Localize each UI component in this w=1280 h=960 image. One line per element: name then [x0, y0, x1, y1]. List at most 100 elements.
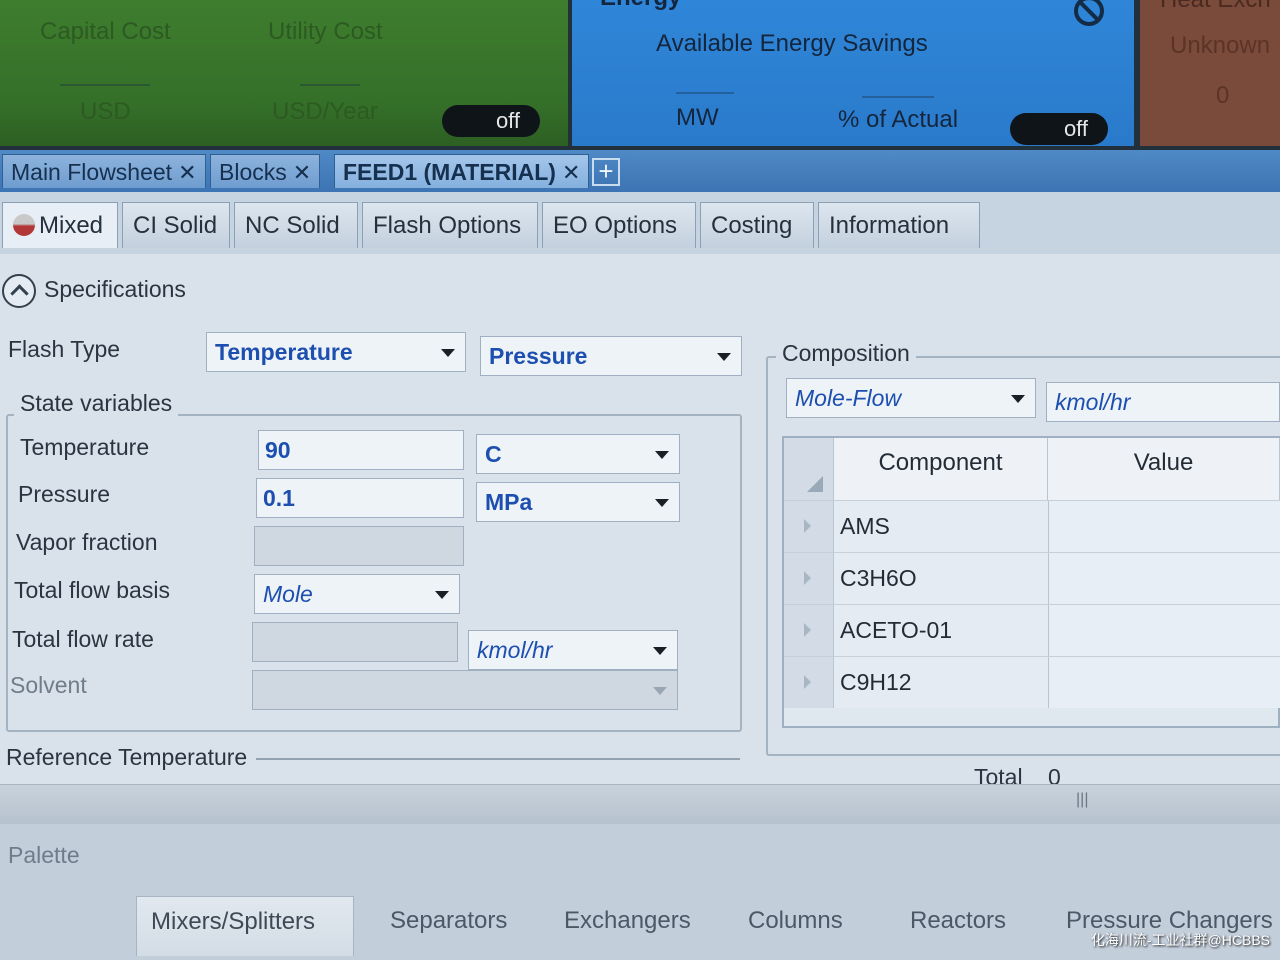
selected-value: MPa	[485, 489, 533, 515]
tab-label: Mixed	[39, 212, 104, 239]
composition-basis-select[interactable]: Mole-Flow	[786, 378, 1036, 418]
pressure-unit-select[interactable]: MPa	[476, 482, 680, 522]
energy-toggle[interactable]: off	[1010, 113, 1108, 145]
solvent-select	[252, 670, 678, 710]
temperature-label: Temperature	[20, 434, 150, 460]
component-cell: AMS	[834, 501, 1048, 552]
tab-exchangers[interactable]: Exchangers	[550, 896, 705, 956]
temperature-unit-select[interactable]: C	[476, 434, 680, 474]
tab-label: NC Solid	[245, 212, 340, 239]
column-header-value[interactable]: Value	[1048, 438, 1280, 500]
watermark: 化海川流-工业社群@HCBBS	[1090, 932, 1270, 948]
chevron-down-icon	[655, 499, 669, 507]
tab-ci-solid[interactable]: CI Solid	[122, 202, 230, 248]
energy-unit-percent: % of Actual	[838, 106, 959, 133]
tab-feed1-material[interactable]: FEED1 (MATERIAL) ✕	[334, 154, 590, 188]
energy-unit-mw: MW	[676, 104, 719, 131]
tab-main-flowsheet[interactable]: Main Flowsheet ✕	[2, 154, 206, 188]
tab-label: Main Flowsheet	[11, 159, 173, 185]
composition-grid: Component Value AMS C3H6O ACETO-01 C9H12	[782, 436, 1280, 728]
energy-title: Energy	[600, 0, 681, 12]
tab-nc-solid[interactable]: NC Solid	[234, 202, 358, 248]
tab-label: FEED1 (MATERIAL)	[343, 159, 556, 185]
mixed-status-icon	[13, 214, 35, 236]
pane-splitter[interactable]: |||	[0, 784, 1280, 824]
heat-exchanger-subtitle: Unknown	[1170, 32, 1271, 59]
cost-panel: Capital Cost Utility Cost USD USD/Year o…	[0, 0, 568, 146]
table-row[interactable]: C3H6O	[784, 552, 1280, 604]
tab-information[interactable]: Information	[818, 202, 980, 248]
total-flow-rate-label: Total flow rate	[12, 626, 154, 652]
heat-exchanger-title: Heat Exch	[1160, 0, 1271, 14]
selected-value: Mole-Flow	[795, 385, 902, 411]
component-cell: ACETO-01	[834, 605, 1048, 656]
close-icon[interactable]: ✕	[178, 160, 196, 185]
divider	[862, 96, 934, 98]
solvent-label: Solvent	[10, 672, 87, 698]
tab-reactors[interactable]: Reactors	[896, 896, 1020, 956]
energy-dashboard: Capital Cost Utility Cost USD USD/Year o…	[0, 0, 1280, 150]
tab-columns[interactable]: Columns	[734, 896, 857, 956]
chevron-down-icon	[1011, 395, 1025, 403]
flash-type-2-select[interactable]: Pressure	[480, 336, 742, 376]
reference-temperature-title: Reference Temperature	[6, 744, 248, 770]
tab-mixed[interactable]: Mixed	[2, 202, 118, 248]
vapor-fraction-input[interactable]	[254, 526, 464, 566]
chevron-down-icon	[653, 647, 667, 655]
close-icon[interactable]: ✕	[293, 160, 311, 185]
selected-value: Mole	[263, 581, 313, 607]
palette-title: Palette	[8, 842, 80, 868]
total-flow-basis-label: Total flow basis	[14, 577, 170, 603]
chevron-down-icon	[441, 349, 455, 357]
row-selector[interactable]	[784, 605, 834, 656]
cost-toggle[interactable]: off	[442, 105, 540, 137]
row-selector[interactable]	[784, 657, 834, 708]
component-cell: C3H6O	[834, 553, 1048, 604]
tab-label: Blocks	[219, 159, 287, 185]
total-flow-rate-unit-select[interactable]: kmol/hr	[468, 630, 678, 670]
table-row[interactable]: ACETO-01	[784, 604, 1280, 656]
pressure-input[interactable]: 0.1	[256, 478, 464, 518]
capital-cost-title: Capital Cost	[40, 18, 171, 45]
tab-label: CI Solid	[133, 212, 218, 239]
vapor-fraction-label: Vapor fraction	[16, 529, 158, 555]
tab-label: Costing	[711, 212, 793, 239]
close-icon[interactable]: ✕	[562, 160, 580, 185]
table-row[interactable]: AMS	[784, 500, 1280, 552]
selected-value: kmol/hr	[477, 637, 553, 663]
temperature-input[interactable]: 90	[258, 430, 464, 470]
stop-icon[interactable]	[1074, 0, 1104, 26]
total-flow-rate-input[interactable]	[252, 622, 458, 662]
selected-value: Temperature	[215, 339, 353, 365]
tab-separators[interactable]: Separators	[376, 896, 521, 956]
stream-input-form: Specifications Flash Type Temperature Pr…	[0, 254, 1280, 790]
flash-type-1-select[interactable]: Temperature	[206, 332, 466, 372]
total-flow-basis-select[interactable]: Mole	[254, 574, 460, 614]
state-variables-title: State variables	[14, 390, 179, 417]
column-header-component[interactable]: Component	[834, 438, 1048, 500]
selected-value: Pressure	[489, 343, 588, 369]
value-cell[interactable]	[1048, 553, 1280, 604]
composition-unit-select[interactable]: kmol/hr	[1046, 382, 1280, 422]
divider	[676, 92, 734, 94]
component-cell: C9H12	[834, 657, 1048, 708]
table-row[interactable]: C9H12	[784, 656, 1280, 708]
tab-label: Information	[829, 212, 950, 239]
utility-cost-unit: USD/Year	[272, 98, 378, 125]
tab-mixers-splitters[interactable]: Mixers/Splitters	[136, 896, 354, 956]
collapse-icon[interactable]	[2, 274, 36, 308]
grid-corner[interactable]	[784, 438, 834, 500]
form-tab-bar: Mixed CI Solid NC Solid Flash Options EO…	[0, 192, 1280, 254]
tab-costing[interactable]: Costing	[700, 202, 814, 248]
value-cell[interactable]	[1048, 501, 1280, 552]
row-selector[interactable]	[784, 553, 834, 604]
tab-eo-options[interactable]: EO Options	[542, 202, 696, 248]
row-selector[interactable]	[784, 501, 834, 552]
divider	[300, 84, 360, 86]
tab-blocks[interactable]: Blocks ✕	[210, 154, 321, 188]
tab-flash-options[interactable]: Flash Options	[362, 202, 538, 248]
value-cell[interactable]	[1048, 605, 1280, 656]
tab-label: EO Options	[553, 212, 678, 239]
value-cell[interactable]	[1048, 657, 1280, 708]
new-tab-button[interactable]: +	[592, 158, 620, 186]
